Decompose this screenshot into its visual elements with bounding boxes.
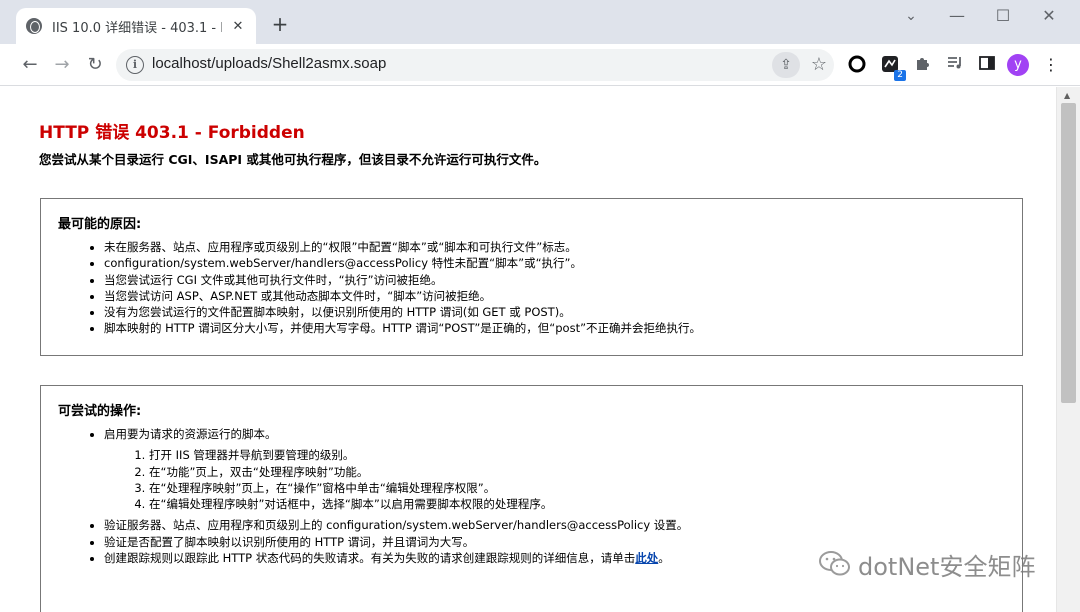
error-subtitle: 您尝试从某个目录运行 CGI、ISAPI 或其他可执行程序，但该目录不允许运行可…	[39, 152, 547, 167]
list-item: configuration/system.webServer/handlers@…	[104, 255, 701, 271]
share-icon[interactable]: ⇪	[772, 52, 800, 78]
step-item: 在“功能”页上，双击“处理程序映射”功能。	[149, 464, 688, 480]
step-item: 在“编辑处理程序映射”对话框中，选择“脚本”以启用需要脚本权限的处理程序。	[149, 496, 688, 512]
browser-window: IIS 10.0 详细错误 - 403.1 - Forbidden ✕ + ⌄ …	[0, 0, 1080, 612]
address-bar[interactable]: i localhost/uploads/Shell2asmx.soap ⇪ ☆	[116, 49, 834, 81]
action-enable-scripts: 启用要为请求的资源运行的脚本。	[104, 427, 277, 441]
list-item: 当您尝试运行 CGI 文件或其他可执行文件时，“执行”访问被拒绝。	[104, 272, 701, 288]
new-tab-button[interactable]: +	[268, 13, 292, 37]
extension-badge: 2	[894, 70, 906, 81]
error-title: HTTP 错误 403.1 - Forbidden	[39, 123, 305, 143]
info-icon[interactable]: i	[126, 56, 144, 74]
bookmark-star-icon[interactable]: ☆	[806, 52, 832, 78]
extension-badge-icon[interactable]: 2	[879, 54, 906, 81]
minimize-button[interactable]: —	[934, 6, 980, 30]
list-item: 未在服务器、站点、应用程序或页级别上的“权限”中配置“脚本”或“脚本和可执行文件…	[104, 239, 701, 255]
reload-icon[interactable]: ↻	[82, 52, 108, 78]
causes-heading: 最可能的原因:	[58, 217, 142, 232]
page-content: HTTP 错误 403.1 - Forbidden 您尝试从某个目录运行 CGI…	[0, 87, 1056, 612]
vertical-scrollbar[interactable]: ▲	[1056, 87, 1080, 612]
globe-icon	[26, 18, 42, 34]
scrollbar-thumb[interactable]	[1061, 103, 1076, 403]
kebab-menu-icon[interactable]: ⋮	[1040, 54, 1062, 76]
tracing-suffix: 。	[658, 551, 670, 566]
list-item: 创建跟踪规则以跟踪此 HTTP 状态代码的失败请求。有关为失败的请求创建跟踪规则…	[104, 550, 688, 566]
causes-list: 未在服务器、站点、应用程序或页级别上的“权限”中配置“脚本”或“脚本和可执行文件…	[104, 239, 701, 337]
close-window-button[interactable]: ✕	[1026, 6, 1072, 30]
list-item: 验证服务器、站点、应用程序和页级别上的 configuration/system…	[104, 517, 688, 533]
here-link[interactable]: 此处	[635, 551, 658, 565]
puzzle-icon[interactable]	[912, 54, 934, 76]
maximize-button[interactable]: ☐	[980, 6, 1026, 30]
tab-title: IIS 10.0 详细错误 - 403.1 - Forbidden	[52, 20, 222, 36]
step-item: 打开 IIS 管理器并导航到要管理的级别。	[149, 447, 688, 463]
watermark: dotNet安全矩阵	[818, 546, 1035, 582]
url-text[interactable]: localhost/uploads/Shell2asmx.soap	[152, 55, 386, 72]
forward-arrow-icon[interactable]: →	[49, 52, 75, 78]
browser-toolbar: ← → ↻ i localhost/uploads/Shell2asmx.soa…	[0, 44, 1080, 86]
list-item: 脚本映射的 HTTP 谓词区分大小写，并使用大写字母。HTTP 谓词“POST”…	[104, 320, 701, 336]
wechat-logo-icon	[818, 550, 852, 578]
scroll-up-arrow-icon[interactable]: ▲	[1064, 91, 1070, 100]
tracing-text: 创建跟踪规则以跟踪此 HTTP 状态代码的失败请求。有关为失败的请求创建跟踪规则…	[104, 551, 636, 566]
side-panel-icon[interactable]	[976, 54, 998, 76]
actions-list: 启用要为请求的资源运行的脚本。 打开 IIS 管理器并导航到要管理的级别。 在“…	[104, 426, 688, 566]
list-item: 验证是否配置了脚本映射以识别所使用的 HTTP 谓词，并且谓词为大写。	[104, 534, 688, 550]
list-item: 当您尝试访问 ASP、ASP.NET 或其他动态脚本文件时，“脚本”访问被拒绝。	[104, 288, 701, 304]
tab-close-icon[interactable]: ✕	[230, 19, 246, 34]
list-item: 没有为您尝试运行的文件配置脚本映射，以便识别所使用的 HTTP 谓词(如 GET…	[104, 304, 701, 320]
profile-avatar[interactable]: y	[1007, 54, 1029, 76]
browser-tab[interactable]: IIS 10.0 详细错误 - 403.1 - Forbidden ✕	[16, 8, 256, 44]
step-item: 在“处理程序映射”页上，在“操作”窗格中单击“编辑处理程序权限”。	[149, 480, 688, 496]
actions-heading: 可尝试的操作:	[58, 404, 142, 419]
watermark-text: dotNet安全矩阵	[858, 552, 1036, 581]
media-queue-icon[interactable]	[944, 54, 966, 76]
list-item: 启用要为请求的资源运行的脚本。 打开 IIS 管理器并导航到要管理的级别。 在“…	[104, 426, 688, 512]
steps-list: 打开 IIS 管理器并导航到要管理的级别。 在“功能”页上，双击“处理程序映射”…	[149, 447, 688, 512]
circle-extension-icon[interactable]	[846, 54, 868, 76]
causes-box: 最可能的原因: 未在服务器、站点、应用程序或页级别上的“权限”中配置“脚本”或“…	[40, 198, 1023, 356]
tab-strip: IIS 10.0 详细错误 - 403.1 - Forbidden ✕ + ⌄ …	[0, 0, 1080, 44]
back-arrow-icon[interactable]: ←	[17, 52, 43, 78]
chevron-down-icon[interactable]: ⌄	[888, 6, 934, 30]
